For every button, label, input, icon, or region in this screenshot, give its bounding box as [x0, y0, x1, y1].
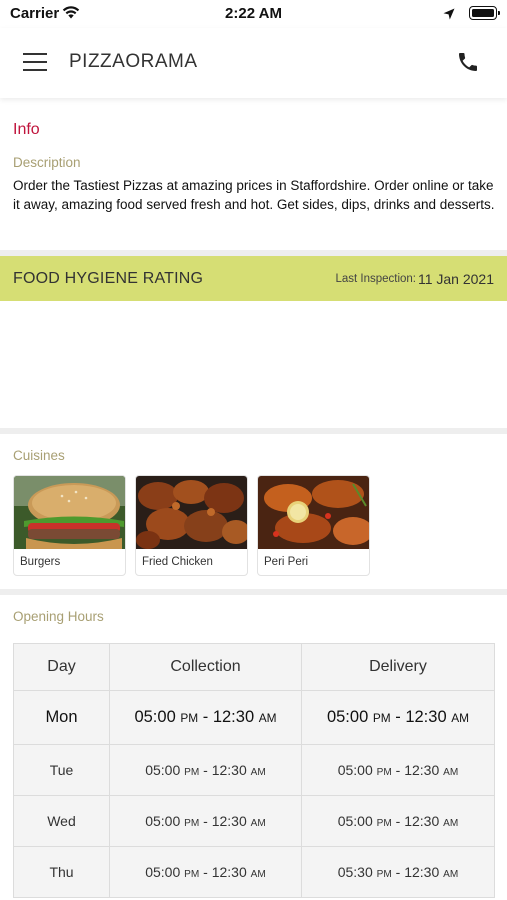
- fried-chicken-image: [136, 476, 247, 549]
- close-suffix: AM: [250, 767, 266, 778]
- description-text: Order the Tastiest Pizzas at amazing pri…: [13, 178, 495, 212]
- close-time: 12:30: [404, 813, 440, 829]
- cuisine-name: Burgers: [20, 556, 61, 568]
- open-time: 05:00: [145, 864, 181, 880]
- cuisine-name: Fried Chicken: [142, 556, 213, 568]
- table-row: Tue 05:00 PM - 12:30 AM 05:00 PM - 12:30…: [13, 744, 495, 796]
- open-suffix: PM: [184, 869, 200, 880]
- table-row: Wed 05:00 PM - 12:30 AM 05:00 PM - 12:30…: [13, 795, 495, 847]
- close-suffix: AM: [443, 767, 459, 778]
- food-hygiene-title: FOOD HYGIENE RATING: [13, 270, 204, 287]
- last-inspection-date: 11 Jan 2021: [417, 271, 494, 287]
- section-divider: [0, 589, 507, 595]
- opening-hours-table: Day Collection Delivery Mon 05:00 PM - 1…: [13, 643, 495, 898]
- close-time: 12:30: [211, 762, 247, 778]
- open-suffix: PM: [376, 767, 392, 778]
- column-header-collection: Collection: [109, 643, 302, 691]
- status-bar: Carrier 2:22 AM: [0, 0, 507, 28]
- cuisines-label: Cuisines: [13, 448, 65, 463]
- close-suffix: AM: [451, 711, 470, 725]
- open-suffix: PM: [180, 711, 199, 725]
- phone-icon[interactable]: [456, 50, 480, 74]
- section-divider: [0, 428, 507, 434]
- close-suffix: AM: [443, 869, 459, 880]
- collection-hours-cell: 05:00 PM - 12:30 AM: [109, 744, 302, 796]
- open-time: 05:00: [337, 813, 373, 829]
- column-header-delivery: Delivery: [301, 643, 495, 691]
- day-cell: Tue: [13, 744, 110, 796]
- open-time: 05:00: [134, 708, 176, 726]
- close-time: 12:30: [404, 864, 440, 880]
- collection-hours-cell: 05:00 PM - 12:30 AM: [109, 795, 302, 847]
- delivery-hours-cell: 05:00 PM - 12:30 AM: [301, 795, 495, 847]
- close-time: 12:30: [405, 708, 447, 726]
- open-time: 05:00: [145, 813, 181, 829]
- close-time: 12:30: [211, 864, 247, 880]
- close-suffix: AM: [443, 818, 459, 829]
- burger-image: [14, 476, 125, 549]
- battery-icon: [469, 6, 500, 20]
- cuisine-name: Peri Peri: [264, 556, 309, 568]
- close-time: 12:30: [211, 813, 247, 829]
- delivery-hours-cell: 05:00 PM - 12:30 AM: [301, 744, 495, 796]
- collection-hours-cell: 05:00 PM - 12:30 AM: [109, 690, 302, 745]
- cuisine-card-peri-peri[interactable]: Peri Peri: [257, 475, 370, 576]
- close-time: 12:30: [404, 762, 440, 778]
- clock-label: 2:22 AM: [225, 5, 282, 22]
- open-time: 05:00: [326, 708, 369, 726]
- location-arrow-icon: [443, 7, 455, 25]
- delivery-hours-cell: 05:30 PM - 12:30 AM: [301, 846, 495, 898]
- description-label: Description: [13, 155, 81, 170]
- close-time: 12:30: [212, 708, 255, 726]
- peri-peri-image: [258, 476, 369, 549]
- last-inspection-label: Last Inspection:: [335, 273, 416, 285]
- table-header-row: Day Collection Delivery: [13, 643, 495, 691]
- open-suffix: PM: [376, 869, 392, 880]
- day-cell: Thu: [13, 846, 110, 898]
- open-time: 05:00: [337, 762, 373, 778]
- cuisine-card-fried-chicken[interactable]: Fried Chicken: [135, 475, 248, 576]
- day-cell: Mon: [13, 690, 110, 745]
- open-suffix: PM: [184, 767, 200, 778]
- nav-bar: PIZZAORAMA: [0, 28, 507, 98]
- column-header-day: Day: [13, 643, 110, 691]
- open-time: 05:30: [337, 864, 373, 880]
- close-suffix: AM: [250, 818, 266, 829]
- info-heading: Info: [13, 121, 40, 138]
- close-suffix: AM: [250, 869, 266, 880]
- open-suffix: PM: [376, 818, 392, 829]
- cuisine-card-burgers[interactable]: Burgers: [13, 475, 126, 576]
- table-row: Thu 05:00 PM - 12:30 AM 05:30 PM - 12:30…: [13, 846, 495, 898]
- close-suffix: AM: [258, 711, 277, 725]
- day-cell: Wed: [13, 795, 110, 847]
- page-title: PIZZAORAMA: [69, 51, 198, 72]
- table-row: Mon 05:00 PM - 12:30 AM 05:00 PM - 12:30…: [13, 690, 495, 745]
- collection-hours-cell: 05:00 PM - 12:30 AM: [109, 846, 302, 898]
- hamburger-menu-icon[interactable]: [23, 53, 47, 71]
- open-suffix: PM: [184, 818, 200, 829]
- delivery-hours-cell: 05:00 PM - 12:30 AM: [301, 690, 495, 745]
- open-suffix: PM: [372, 711, 391, 725]
- food-hygiene-header: FOOD HYGIENE RATING Last Inspection: 11 …: [0, 256, 507, 301]
- open-time: 05:00: [145, 762, 181, 778]
- opening-hours-label: Opening Hours: [13, 609, 104, 624]
